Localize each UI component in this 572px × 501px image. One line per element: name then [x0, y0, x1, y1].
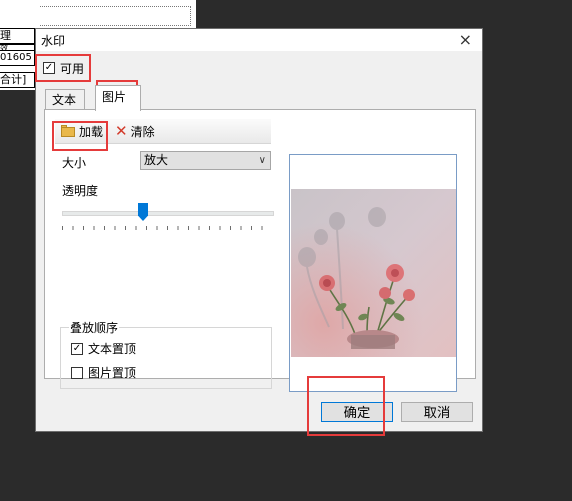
- title-bar: 水印 ×: [36, 29, 482, 51]
- size-select[interactable]: 放大 ∨: [140, 151, 271, 170]
- clear-label: 清除: [130, 124, 155, 139]
- image-top-label: 图片置顶: [88, 366, 137, 380]
- image-top-checkbox[interactable]: [71, 366, 83, 379]
- dotted-selection: [40, 6, 191, 26]
- background-cells: 理 效 01605 合计]: [0, 28, 36, 90]
- background-cell: 理: [0, 28, 35, 44]
- tab-text[interactable]: 文本: [45, 89, 85, 109]
- text-top-label: 文本置顶: [88, 342, 137, 356]
- dialog-title: 水印: [41, 34, 66, 48]
- cancel-button[interactable]: 取消: [401, 402, 473, 422]
- opacity-slider[interactable]: [62, 201, 274, 231]
- background-app-header: [0, 0, 196, 28]
- ok-button[interactable]: 确定: [321, 402, 393, 422]
- size-label: 大小: [62, 156, 87, 170]
- text-top-checkbox[interactable]: ✓: [71, 342, 83, 355]
- background-cell: 01605: [0, 50, 35, 66]
- preview-photo: [291, 189, 456, 357]
- slider-ticks: [62, 226, 272, 230]
- enable-checkbox[interactable]: ✓: [43, 62, 55, 74]
- load-button[interactable]: 加载: [61, 122, 103, 140]
- enable-checkbox-row[interactable]: ✓ 可用: [43, 59, 84, 77]
- image-preview: [289, 154, 457, 392]
- stack-order-group: 叠放顺序 ✓ 文本置顶 图片置顶: [60, 319, 272, 389]
- slider-thumb[interactable]: [138, 203, 148, 221]
- clear-x-icon: ✕: [115, 121, 128, 140]
- slider-track: [62, 211, 274, 216]
- image-tab-panel: 加载 ✕ 清除 大小 放大 ∨ 透明度 叠放顺序 ✓ 文本置顶 图片置顶: [44, 109, 476, 392]
- close-icon[interactable]: ×: [459, 30, 472, 49]
- load-label: 加载: [79, 124, 104, 139]
- size-select-value: 放大: [144, 153, 169, 167]
- background-cell: 合计]: [0, 72, 35, 88]
- opacity-label: 透明度: [62, 184, 99, 198]
- stack-order-title: 叠放顺序: [69, 319, 120, 336]
- tab-image[interactable]: 图片: [95, 85, 141, 111]
- clear-button[interactable]: ✕ 清除: [115, 122, 155, 140]
- enable-label: 可用: [60, 61, 85, 76]
- chevron-down-icon: ∨: [258, 155, 266, 166]
- image-toolbar: 加载 ✕ 清除: [55, 119, 271, 144]
- watermark-dialog: 水印 × ✓ 可用 文本 图片 加载 ✕ 清除 大小 放大 ∨ 透明度 叠放顺序…: [35, 28, 483, 432]
- folder-open-icon: [61, 125, 77, 137]
- option-text-top[interactable]: ✓ 文本置顶: [71, 340, 136, 357]
- option-image-top[interactable]: 图片置顶: [71, 364, 136, 381]
